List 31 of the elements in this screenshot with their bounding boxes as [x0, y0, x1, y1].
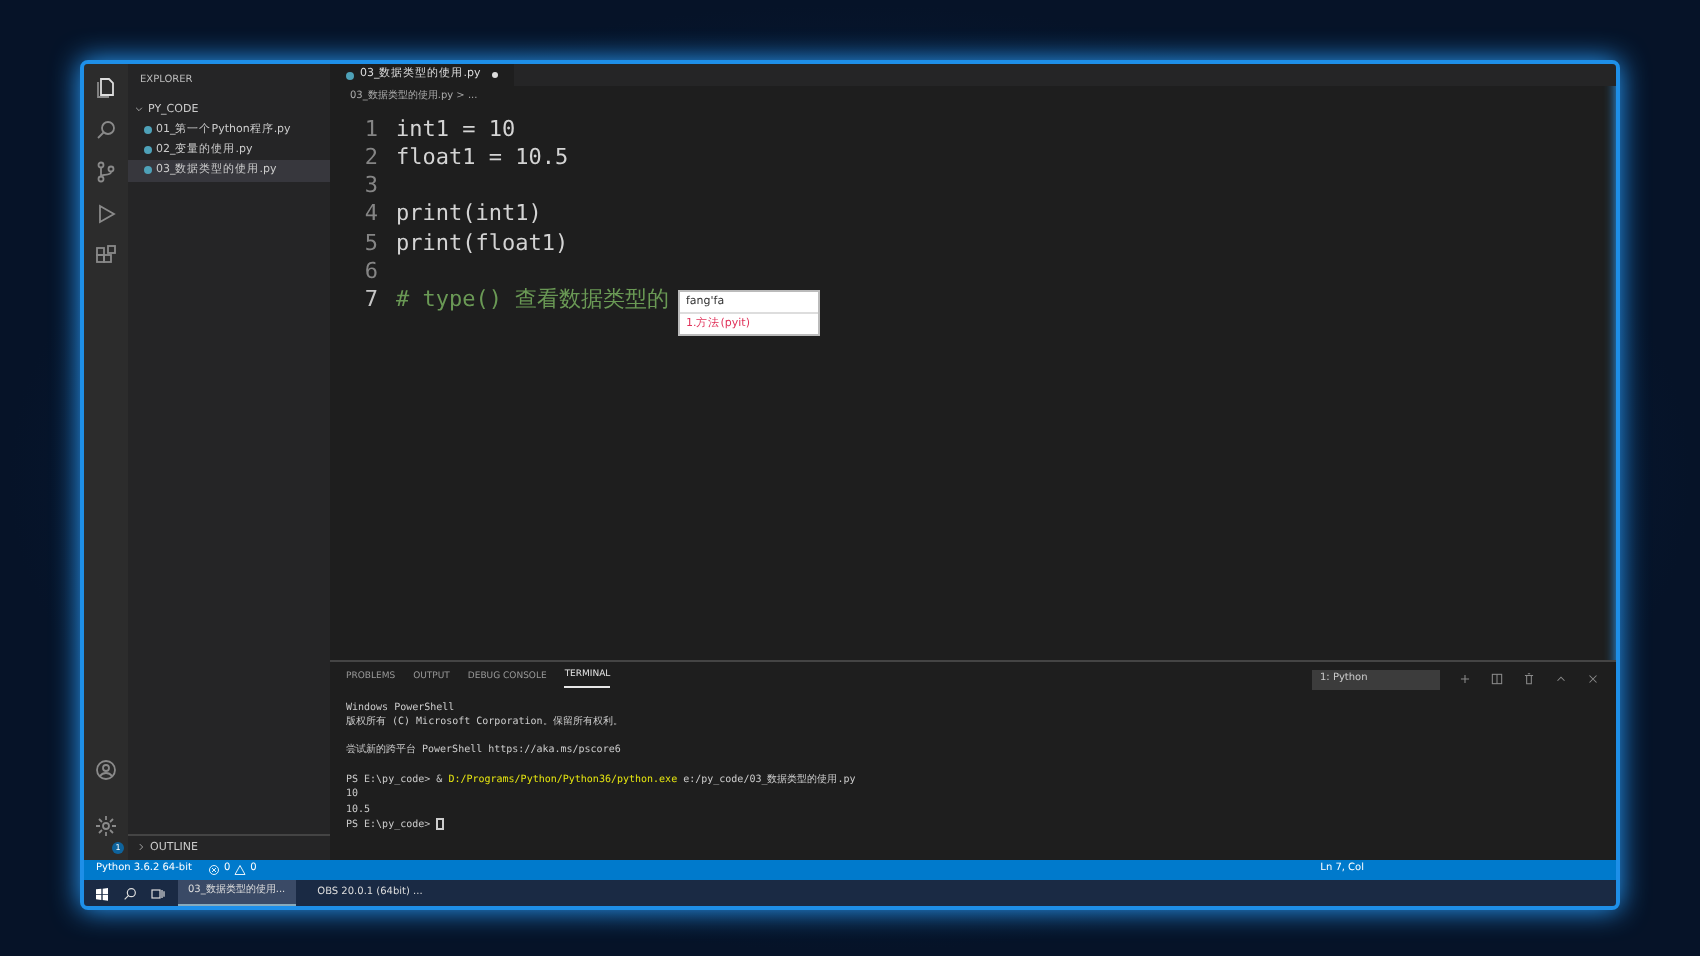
split-icon[interactable]	[1490, 672, 1504, 687]
error-icon	[207, 864, 220, 876]
close-icon[interactable]	[1586, 672, 1600, 687]
search-icon[interactable]	[94, 118, 118, 142]
account-icon[interactable]	[94, 758, 118, 782]
code-line: print(float1)	[396, 229, 569, 258]
chevron-right-icon	[136, 842, 146, 853]
chevron-down-icon	[134, 104, 144, 115]
windows-icon[interactable]	[94, 885, 110, 901]
line-number: 6	[362, 257, 380, 287]
trash-icon[interactable]	[1522, 672, 1536, 687]
debug-icon[interactable]	[94, 202, 118, 226]
settings-icon[interactable]	[94, 813, 118, 838]
source-control-icon[interactable]	[94, 160, 118, 184]
line-number: 2	[362, 143, 380, 173]
line-number: 4	[362, 200, 380, 230]
chevron-up-icon[interactable]	[1554, 672, 1568, 687]
plus-icon[interactable]	[1458, 672, 1472, 687]
code-line: float1 = 10.5	[396, 143, 569, 173]
task-view-icon[interactable]	[150, 885, 166, 901]
line-number: 5	[362, 229, 380, 258]
warning-icon	[234, 864, 247, 876]
line-number: 1	[362, 115, 380, 144]
files-icon[interactable]	[94, 76, 118, 100]
line-number: 3	[362, 172, 380, 201]
code-line: # type() 查看数据类型的	[396, 286, 670, 316]
code-line: print(int1)	[396, 200, 542, 230]
code-line: int1 = 10	[396, 115, 516, 144]
extensions-icon[interactable]	[94, 244, 118, 268]
search-icon[interactable]	[122, 885, 138, 901]
line-number: 7	[362, 286, 380, 316]
